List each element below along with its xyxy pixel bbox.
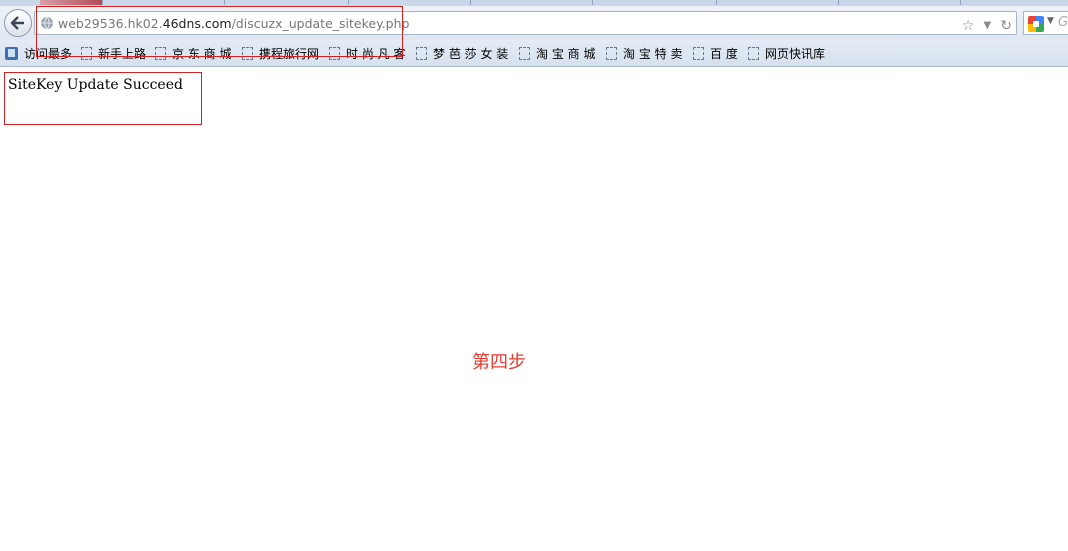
bookmark-item[interactable]: 网页快讯库	[748, 45, 825, 61]
page-icon	[606, 46, 617, 60]
bookmark-item[interactable]: 淘 宝 特 卖	[606, 45, 682, 61]
reload-icon[interactable]: ↻	[1000, 18, 1012, 34]
bookmark-item[interactable]: 京 东 商 城	[155, 45, 231, 61]
url-bar-actions: ☆ ▼ ↻	[958, 15, 1012, 34]
tab[interactable]	[838, 0, 961, 5]
bookmark-item[interactable]: 携程旅行网	[242, 45, 319, 61]
bookmarks-toolbar: 访问最多 新手上路 京 东 商 城 携程旅行网 时 尚 凡 客 梦 芭 莎 女 …	[0, 40, 1068, 67]
bookmark-item[interactable]: 新手上路	[81, 45, 146, 61]
page-icon	[155, 46, 166, 60]
bookmark-most-visited[interactable]: 访问最多	[5, 45, 72, 61]
url-text[interactable]: web29536.hk02.46dns.com/discuzx_update_s…	[58, 16, 409, 31]
page-icon	[416, 46, 427, 60]
dropdown-arrow-icon[interactable]: ▼	[983, 20, 991, 31]
tab[interactable]	[960, 0, 1068, 5]
page-icon	[329, 46, 340, 60]
url-path: /discuzx_update_sitekey.php	[231, 16, 410, 31]
page-icon	[748, 46, 759, 60]
search-hint: G	[1058, 15, 1068, 30]
tab[interactable]	[0, 0, 103, 5]
globe-icon	[41, 16, 53, 30]
url-prefix: web29536.hk02.	[58, 16, 163, 31]
page-icon	[693, 46, 704, 60]
bookmark-item[interactable]: 淘 宝 商 城	[519, 45, 595, 61]
address-bar[interactable]: web29536.hk02.46dns.com/discuzx_update_s…	[34, 11, 1017, 35]
page-icon	[81, 46, 92, 60]
back-arrow-icon	[10, 16, 24, 30]
step-caption: 第四步	[472, 352, 526, 373]
url-domain: 46dns.com	[162, 16, 232, 31]
bookmark-label: 梦 芭 莎 女 装	[433, 46, 509, 61]
back-button[interactable]	[4, 9, 32, 37]
page-content: SiteKey Update Succeed 第四步	[0, 67, 1068, 551]
bookmark-label: 访问最多	[24, 46, 73, 61]
bookmark-label: 百 度	[710, 46, 738, 61]
tab[interactable]	[592, 0, 717, 5]
navigation-toolbar: web29536.hk02.46dns.com/discuzx_update_s…	[0, 6, 1068, 40]
most-visited-icon	[5, 46, 18, 60]
bookmark-item[interactable]: 百 度	[693, 45, 738, 61]
search-box[interactable]: ▼ G	[1023, 11, 1068, 35]
bookmark-label: 淘 宝 商 城	[536, 46, 596, 61]
bookmark-label: 携程旅行网	[259, 46, 320, 61]
tab[interactable]	[102, 0, 225, 5]
bookmark-label: 新手上路	[98, 46, 147, 61]
page-icon	[519, 46, 530, 60]
bookmark-label: 时 尚 凡 客	[346, 46, 406, 61]
update-result-message: SiteKey Update Succeed	[8, 77, 183, 93]
bookmark-item[interactable]: 时 尚 凡 客	[329, 45, 405, 61]
tab[interactable]	[224, 0, 349, 5]
google-icon[interactable]	[1028, 16, 1044, 32]
bookmark-item[interactable]: 梦 芭 莎 女 装	[416, 45, 508, 61]
tab[interactable]	[348, 0, 471, 5]
bookmark-label: 淘 宝 特 卖	[623, 46, 683, 61]
bookmark-label: 京 东 商 城	[172, 46, 232, 61]
page-icon	[242, 46, 253, 60]
bookmark-star-icon[interactable]: ☆	[962, 18, 975, 34]
tab[interactable]	[470, 0, 593, 5]
tab[interactable]	[716, 0, 839, 5]
bookmark-label: 网页快讯库	[765, 46, 826, 61]
search-engine-dropdown-icon[interactable]: ▼	[1047, 16, 1054, 26]
